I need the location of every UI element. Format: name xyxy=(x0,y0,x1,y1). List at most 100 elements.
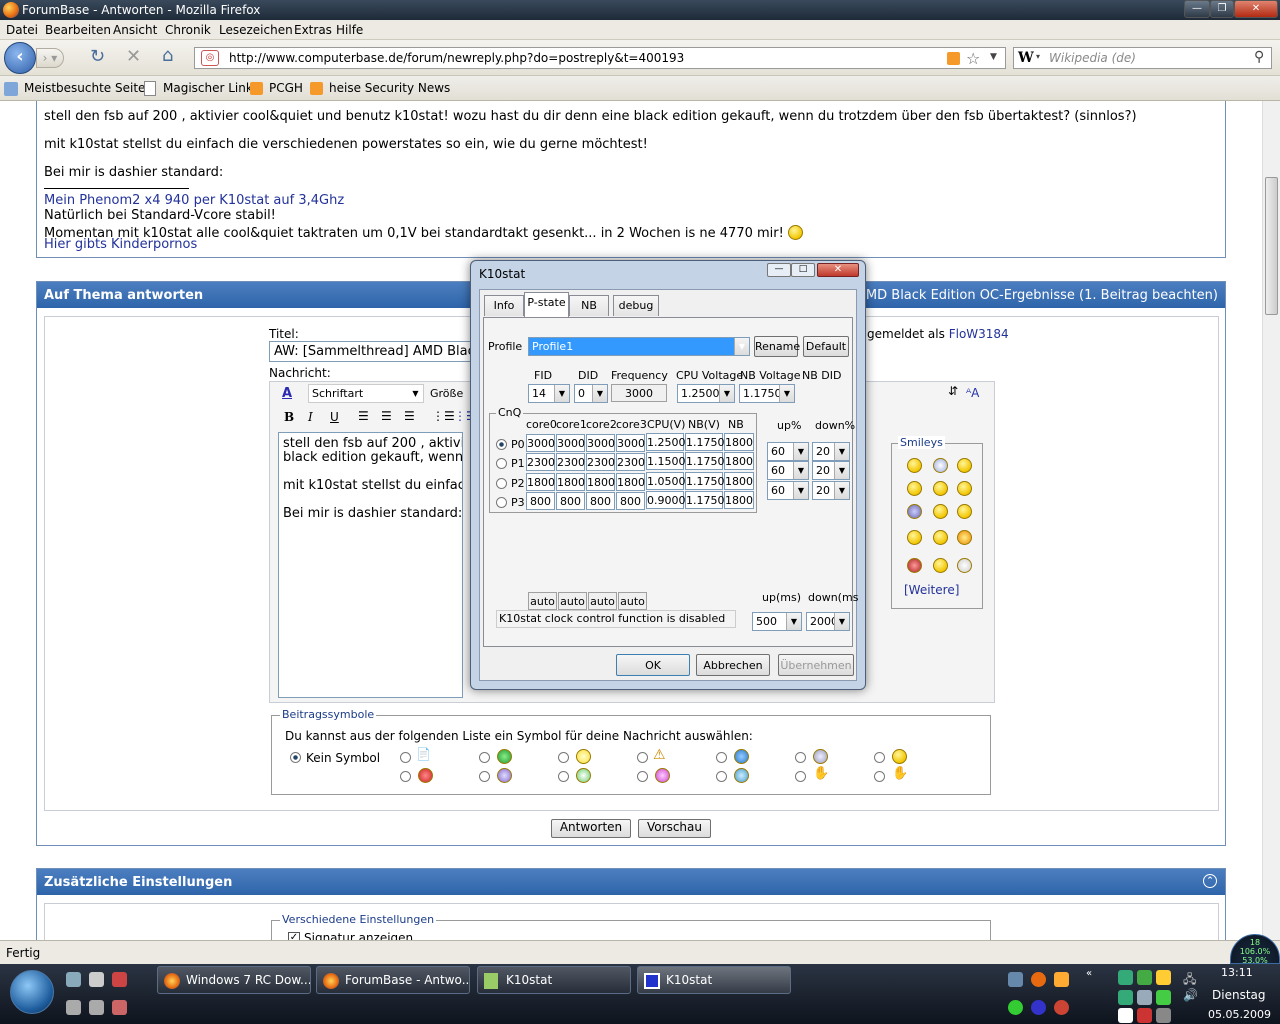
profile-select[interactable]: Profile1 ▼ xyxy=(528,337,750,356)
radio-icon[interactable] xyxy=(558,752,569,763)
rss-icon[interactable] xyxy=(947,52,960,65)
roll-eyes-icon[interactable] xyxy=(907,504,922,519)
radio-icon[interactable] xyxy=(874,752,885,763)
minimize-button[interactable]: — xyxy=(1184,0,1210,18)
title-input[interactable]: AW: [Sammelthread] AMD Black xyxy=(269,341,479,362)
nb-voltage-cell[interactable]: 1.1750 xyxy=(685,491,725,509)
ordered-list-icon[interactable]: ⋮☰ xyxy=(432,409,455,423)
core-freq-cell[interactable]: 800 xyxy=(556,492,585,510)
radio-icon[interactable] xyxy=(874,771,885,782)
cancel-button[interactable]: Abbrechen xyxy=(696,654,770,676)
tray-icon[interactable] xyxy=(1156,990,1171,1005)
pstate-radio-p1[interactable] xyxy=(496,458,507,469)
laugh-icon[interactable] xyxy=(907,481,922,496)
tab-nb[interactable]: NB xyxy=(569,295,609,316)
eek-icon[interactable] xyxy=(933,530,948,545)
resize-icon[interactable]: ⇵ xyxy=(948,384,958,398)
nb-freq-cell[interactable]: 1800 xyxy=(724,491,754,509)
align-right-icon[interactable]: ☰ xyxy=(404,409,415,423)
more-smileys-link[interactable]: [Weitere] xyxy=(904,583,959,597)
core-freq-cell[interactable]: 3000 xyxy=(556,434,585,452)
bookmark-pcgh[interactable]: PCGH xyxy=(269,81,303,95)
quicklaunch-icon[interactable] xyxy=(89,1000,104,1015)
pstate-radio-p3[interactable] xyxy=(496,497,507,508)
pstate-radio-p2[interactable] xyxy=(496,478,507,489)
pstate-radio-p0[interactable] xyxy=(496,439,507,450)
core-freq-cell[interactable]: 2300 xyxy=(616,453,645,471)
tongue-icon[interactable] xyxy=(933,504,948,519)
nb-freq-cell[interactable]: 1800 xyxy=(724,452,754,470)
dialog-maximize-button[interactable]: □ xyxy=(791,263,815,277)
menu-help[interactable]: Hilfe xyxy=(336,23,363,37)
page-scrollbar[interactable] xyxy=(1262,101,1280,940)
radio-icon[interactable] xyxy=(558,771,569,782)
tab-info[interactable]: Info xyxy=(484,295,524,316)
bold-icon[interactable]: B xyxy=(284,410,294,424)
confused-icon[interactable] xyxy=(933,481,948,496)
sleep-icon[interactable] xyxy=(933,558,948,573)
up-ms-select[interactable]: 500 ▼ xyxy=(752,612,802,631)
tray-icon[interactable] xyxy=(1156,970,1171,985)
cool-icon[interactable] xyxy=(957,481,972,496)
stop-icon[interactable]: ✕ xyxy=(126,46,141,67)
core-freq-cell[interactable]: 800 xyxy=(616,492,645,510)
menu-history[interactable]: Chronik xyxy=(165,23,211,37)
tray-icon[interactable] xyxy=(1137,1008,1152,1023)
big-grin-icon[interactable] xyxy=(907,530,922,545)
core-freq-cell[interactable]: 3000 xyxy=(616,434,645,452)
nb-freq-cell[interactable]: 1800 xyxy=(724,433,754,451)
quicklaunch-icon[interactable] xyxy=(89,972,104,987)
quicklaunch-icon[interactable] xyxy=(66,972,81,987)
cpu-voltage-cell[interactable]: 1.2500 xyxy=(646,433,686,451)
forward-button[interactable]: › ▾ xyxy=(36,48,64,68)
auto-cell[interactable]: auto xyxy=(588,592,617,610)
tray-icon[interactable] xyxy=(1031,1000,1046,1015)
core-freq-cell[interactable]: 1800 xyxy=(526,473,555,491)
menu-file[interactable]: Datei xyxy=(6,23,38,37)
radio-icon[interactable] xyxy=(795,771,806,782)
back-button[interactable]: ‹ xyxy=(4,42,36,74)
tray-icon[interactable] xyxy=(1137,990,1152,1005)
radio-icon[interactable] xyxy=(795,752,806,763)
radio-no-icon[interactable] xyxy=(290,752,301,763)
dropdown-arrow-icon[interactable]: ▼ xyxy=(990,52,997,62)
wink-icon[interactable] xyxy=(957,458,972,473)
text-mode-icon[interactable]: ᴬA xyxy=(966,386,979,400)
mad-icon[interactable] xyxy=(957,530,972,545)
core-freq-cell[interactable]: 1800 xyxy=(556,473,585,491)
align-center-icon[interactable]: ☰ xyxy=(381,409,392,423)
core-freq-cell[interactable]: 2300 xyxy=(526,453,555,471)
core-freq-cell[interactable]: 800 xyxy=(586,492,615,510)
ok-button[interactable]: OK xyxy=(616,654,690,676)
search-icon[interactable]: ⚲ xyxy=(1254,49,1264,65)
signature-link[interactable]: Mein Phenom2 x4 940 per K10stat auf 3,4G… xyxy=(44,193,344,208)
tray-icon[interactable] xyxy=(1031,972,1046,987)
tray-icon[interactable] xyxy=(1118,990,1133,1005)
tray-icon[interactable] xyxy=(1054,1000,1069,1015)
smile-icon[interactable] xyxy=(907,458,922,473)
nb-voltage-cell[interactable]: 1.1750 xyxy=(685,452,725,470)
core-freq-cell[interactable]: 2300 xyxy=(586,453,615,471)
underline-icon[interactable]: U xyxy=(330,410,339,424)
home-icon[interactable]: ⌂ xyxy=(162,45,173,66)
dialog-close-button[interactable]: ✕ xyxy=(817,263,859,277)
clock-day[interactable]: Dienstag xyxy=(1212,988,1266,1002)
maximize-button[interactable]: ❐ xyxy=(1210,0,1234,18)
task-k10stat-2[interactable]: K10stat xyxy=(637,966,791,994)
submit-button[interactable]: Antworten xyxy=(551,819,631,838)
tab-debug[interactable]: debug xyxy=(613,295,659,316)
cpu-voltage-cell[interactable]: 0.9000 xyxy=(646,491,686,509)
size-select[interactable]: Größe xyxy=(430,387,463,400)
tab-pstate[interactable]: P-state xyxy=(524,292,569,318)
align-left-icon[interactable]: ☰ xyxy=(358,409,369,423)
apply-button[interactable]: Übernehmen xyxy=(778,654,854,676)
tray-expand-icon[interactable]: « xyxy=(1086,968,1092,979)
start-button[interactable] xyxy=(10,970,54,1014)
signature-link[interactable]: Hier gibts Kinderpornos xyxy=(44,237,197,252)
engine-dropdown-icon[interactable]: ▾ xyxy=(1036,52,1040,61)
radio-icon[interactable] xyxy=(479,752,490,763)
nb-voltage-select[interactable]: 1.1750 ▼ xyxy=(739,384,795,403)
radio-icon[interactable] xyxy=(637,752,648,763)
quicklaunch-icon[interactable] xyxy=(112,972,127,987)
dialog-minimize-button[interactable]: — xyxy=(767,263,791,277)
